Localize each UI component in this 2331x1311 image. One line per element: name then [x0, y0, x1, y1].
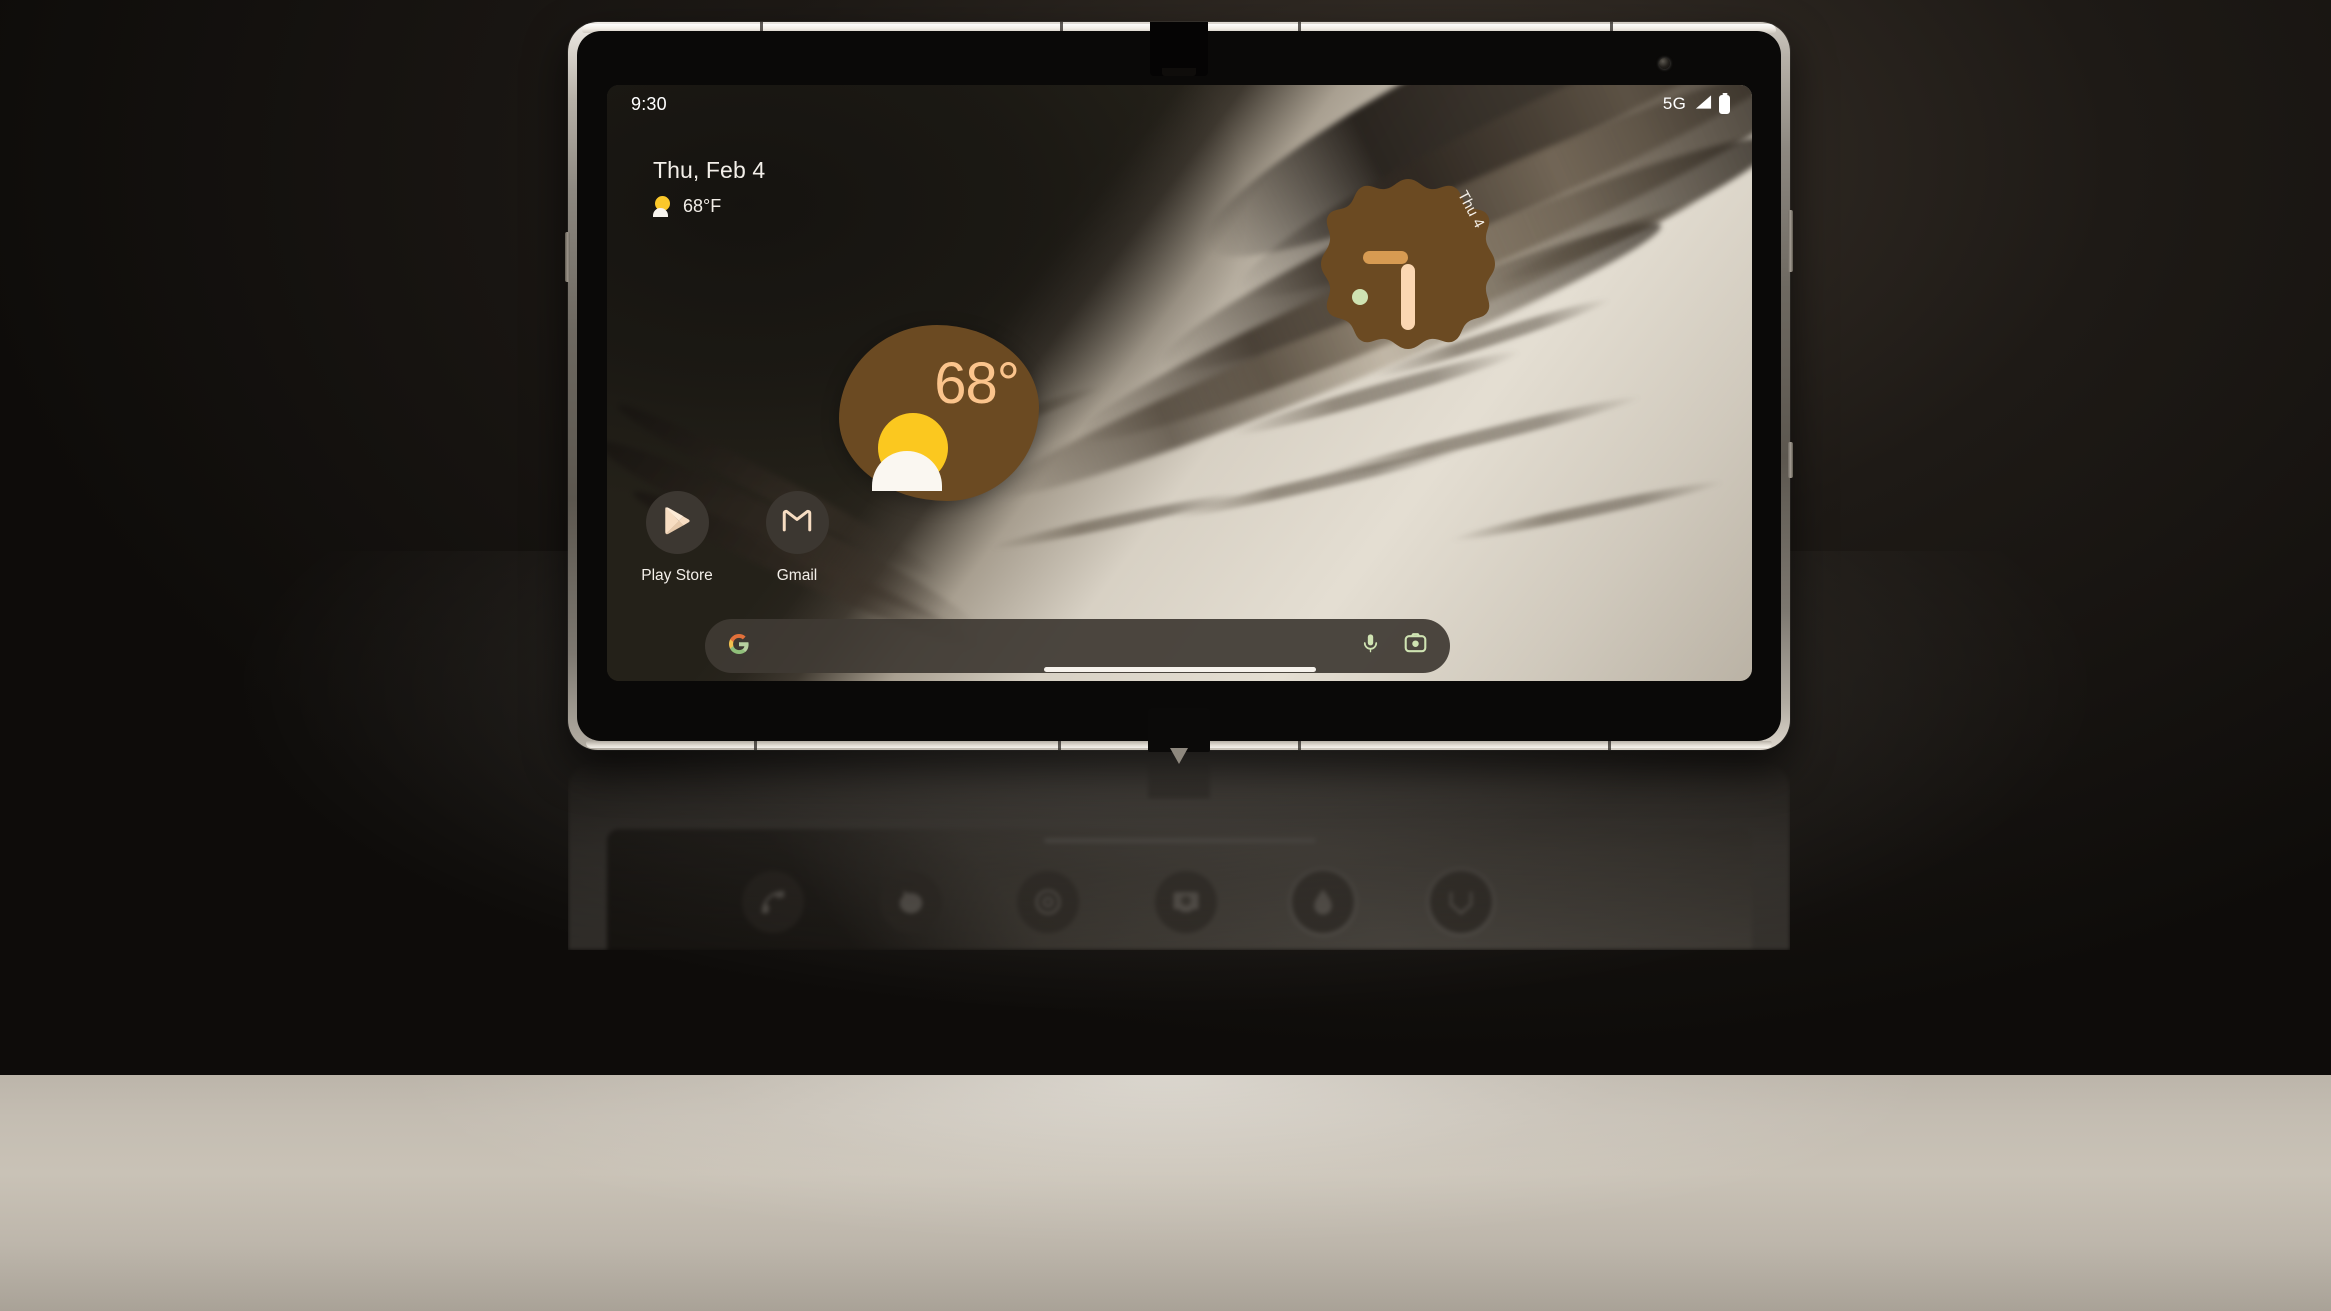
google-lens-icon[interactable]: [1403, 631, 1428, 661]
glance-weather-row[interactable]: 68°F: [653, 196, 765, 217]
at-a-glance[interactable]: Thu, Feb 4 68°F: [653, 157, 765, 217]
hinge-point: [1170, 748, 1188, 764]
clock-minute-hand: [1401, 264, 1415, 330]
front-camera-dot: [1659, 58, 1670, 69]
google-search-bar[interactable]: [705, 619, 1450, 673]
frame-seam: [754, 740, 757, 750]
network-type-label: 5G: [1662, 94, 1686, 113]
signal-bars-icon: [1693, 94, 1712, 115]
app-tile: [645, 491, 709, 554]
app-label: Play Store: [641, 567, 713, 584]
top-hinge-lip: [1162, 68, 1196, 76]
clock-widget[interactable]: Thu 4: [1321, 177, 1495, 351]
app-label: Gmail: [776, 567, 818, 584]
sun-behind-cloud-icon: [872, 413, 948, 491]
gmail-icon: [780, 503, 814, 542]
device-body: 9:30 5G Thu, Feb 4 68°F 68° Thu 4 Play S…: [565, 22, 1793, 764]
wallpaper: [607, 85, 1752, 681]
weather-widget-temperature: 68°: [934, 351, 1020, 416]
app-tile: [765, 491, 829, 554]
floor-sheen: [0, 1075, 2331, 1311]
app-play-store[interactable]: Play Store: [630, 491, 724, 585]
google-g-icon: [727, 632, 751, 661]
battery-full-icon: [1719, 94, 1730, 114]
status-bar-clock: 9:30: [631, 93, 667, 114]
weather-widget[interactable]: 68°: [839, 325, 1039, 501]
product-scene: 9:30 5G Thu, Feb 4 68°F 68° Thu 4 Play S…: [0, 0, 2331, 1311]
frame-seam: [1058, 740, 1061, 750]
play-store-icon: [661, 504, 694, 542]
home-app-row: Play Store Gmail: [630, 491, 844, 585]
glance-temperature: 68°F: [683, 196, 722, 216]
clock-hour-hand: [1363, 251, 1408, 264]
gesture-home-bar[interactable]: [1043, 667, 1316, 672]
app-gmail[interactable]: Gmail: [750, 491, 844, 585]
power-button[interactable]: [1788, 442, 1793, 478]
frame-seam: [1608, 740, 1611, 750]
bottom-hinge: [1148, 708, 1210, 764]
side-accent: [565, 232, 570, 282]
glance-date: Thu, Feb 4: [653, 157, 766, 183]
microphone-icon[interactable]: [1359, 632, 1382, 660]
partly-sunny-icon: [653, 196, 674, 217]
volume-button[interactable]: [1788, 210, 1793, 272]
home-screen[interactable]: 9:30 5G Thu, Feb 4 68°F 68° Thu 4 Play S…: [607, 85, 1752, 681]
status-bar[interactable]: 9:30 5G: [607, 85, 1752, 123]
frame-seam: [1298, 740, 1301, 750]
clock-widget-accent-dot: [1352, 289, 1368, 305]
